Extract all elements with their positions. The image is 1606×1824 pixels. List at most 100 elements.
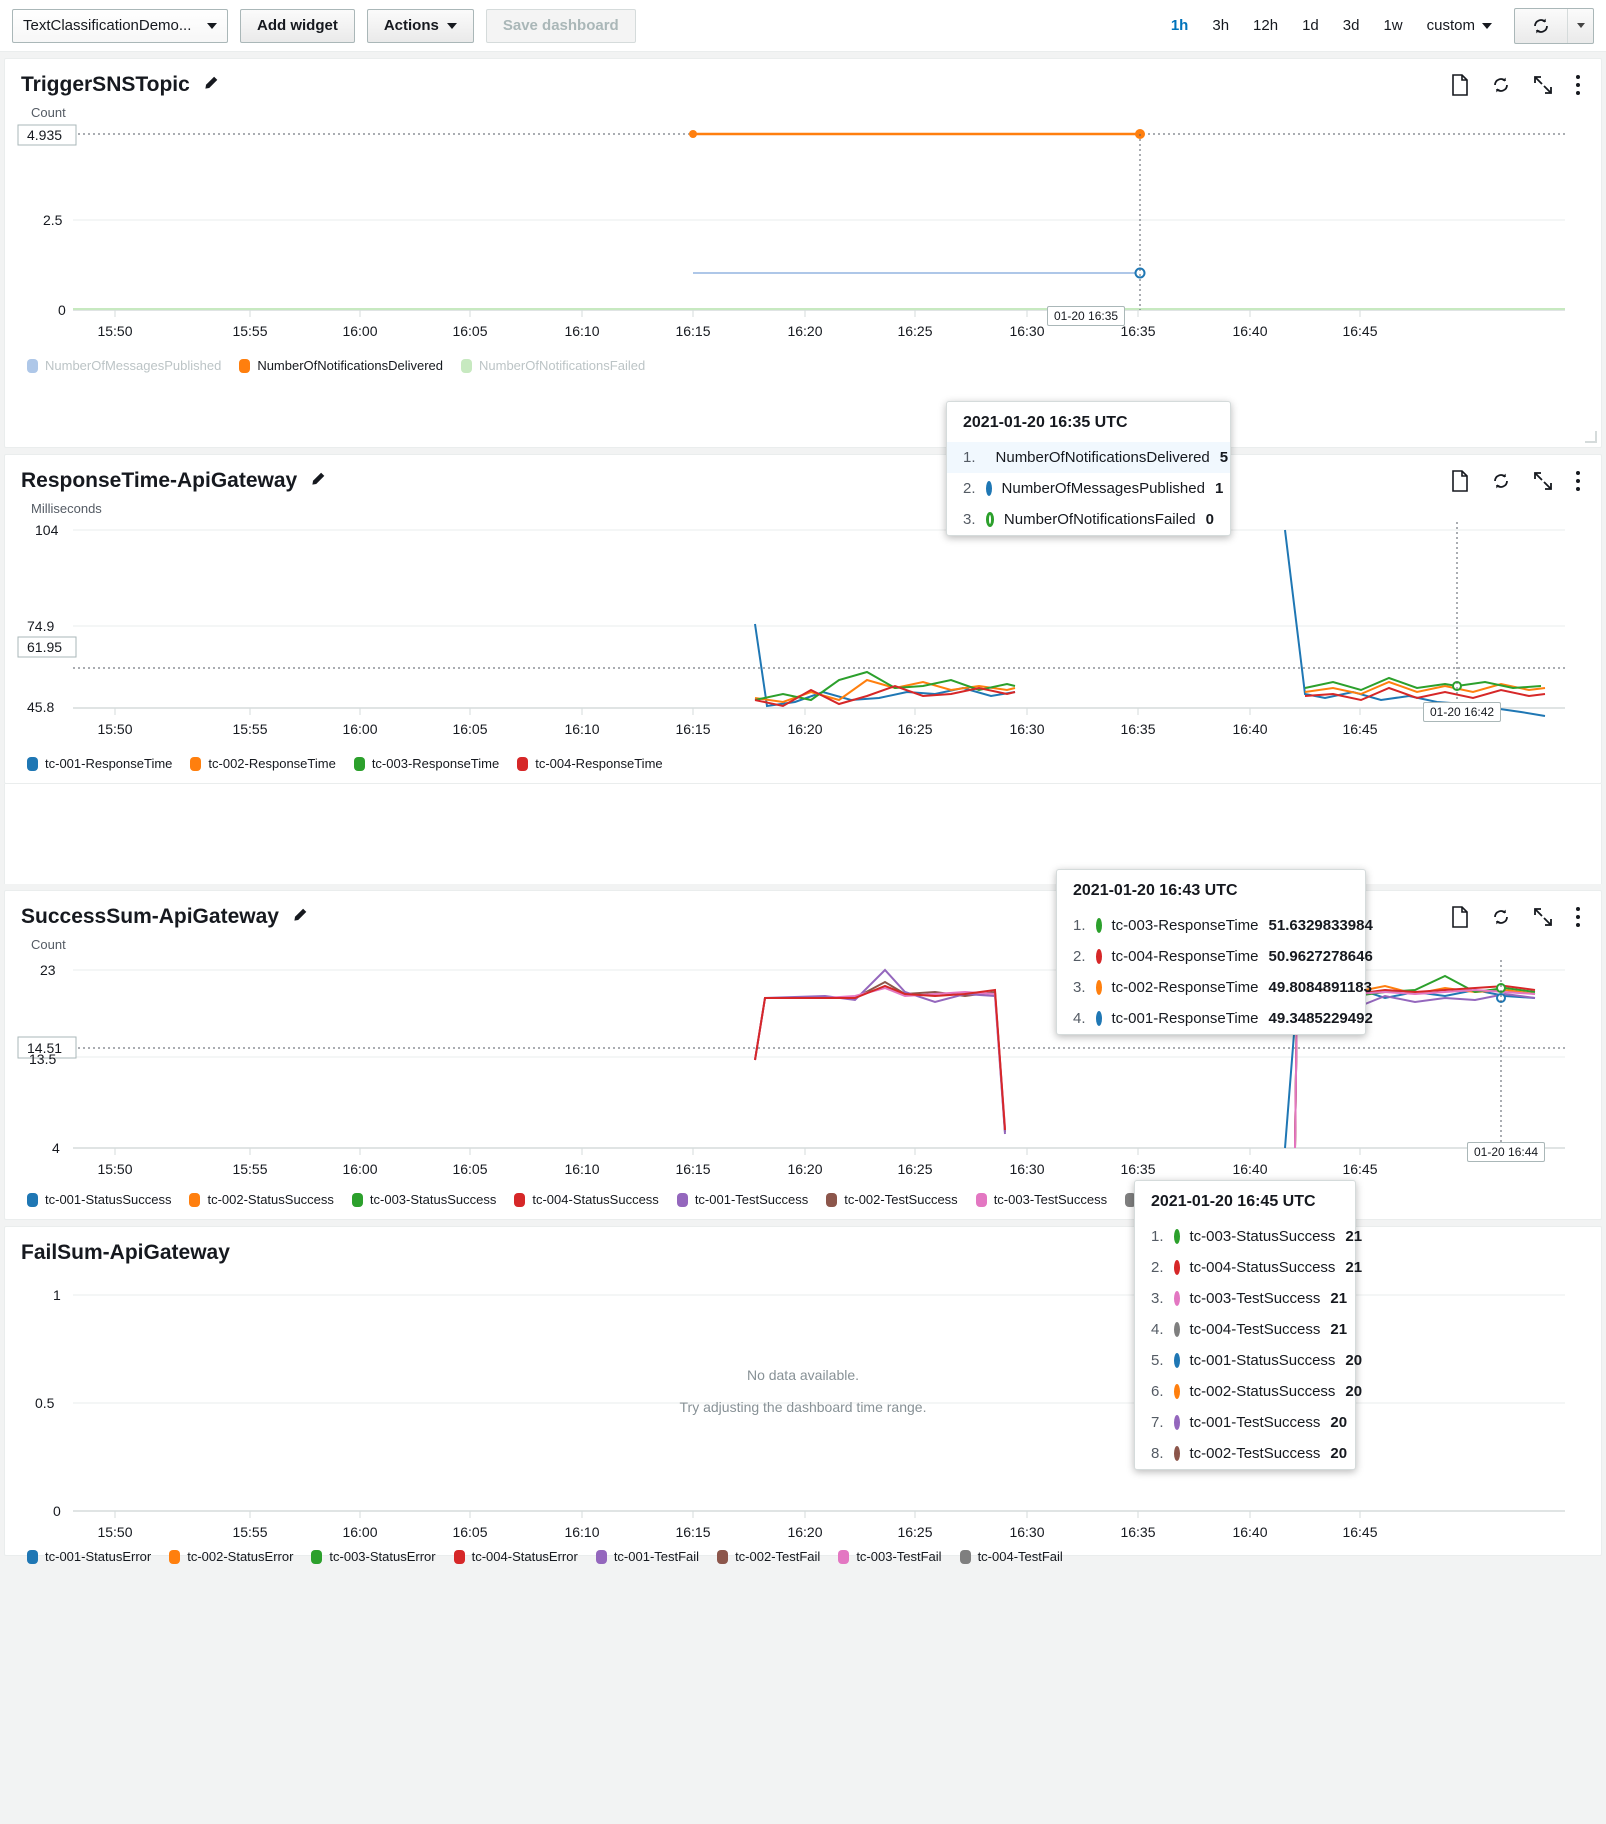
legend-item[interactable]: tc-003-ResponseTime bbox=[353, 756, 499, 771]
tooltip-series-value: 5 bbox=[1219, 449, 1229, 466]
tooltip-index: 8. bbox=[1151, 1445, 1164, 1462]
legend-item[interactable]: tc-001-StatusError bbox=[27, 1549, 151, 1564]
export-widget-icon[interactable] bbox=[1451, 470, 1469, 492]
enlarge-widget-icon[interactable] bbox=[1533, 75, 1553, 95]
legend-item[interactable]: tc-002-TestFail bbox=[717, 1549, 820, 1564]
edit-title-pencil-icon[interactable] bbox=[291, 907, 308, 927]
legend-item[interactable]: tc-004-StatusSuccess bbox=[514, 1192, 659, 1207]
export-widget-icon[interactable] bbox=[1451, 74, 1469, 96]
svg-text:15:55: 15:55 bbox=[232, 721, 267, 737]
tooltip-index: 3. bbox=[963, 511, 976, 528]
tooltip-row: 2. tc-004-StatusSuccess 21 bbox=[1135, 1252, 1362, 1283]
refresh-button[interactable] bbox=[1515, 9, 1567, 43]
legend-item[interactable]: tc-004-ResponseTime bbox=[517, 756, 663, 771]
tooltip-title: 2021-01-20 16:43 UTC bbox=[1073, 882, 1238, 899]
refresh-widget-icon[interactable] bbox=[1491, 907, 1511, 927]
svg-text:15:50: 15:50 bbox=[97, 721, 132, 737]
legend-item[interactable]: tc-001-StatusSuccess bbox=[27, 1192, 171, 1207]
legend-item[interactable]: tc-003-TestSuccess bbox=[975, 1192, 1107, 1207]
tooltip-series-value: 0 bbox=[1205, 511, 1214, 528]
legend-item[interactable]: tc-002-StatusError bbox=[169, 1549, 293, 1564]
widget-more-menu-icon[interactable] bbox=[1575, 906, 1581, 928]
legend-swatch bbox=[717, 1549, 729, 1564]
tooltip-series-value: 21 bbox=[1345, 1228, 1363, 1245]
svg-text:15:55: 15:55 bbox=[232, 323, 267, 339]
dashboard-selector[interactable]: TextClassificationDemo... bbox=[12, 8, 228, 43]
legend-item[interactable]: tc-002-TestSuccess bbox=[826, 1192, 958, 1207]
svg-text:16:15: 16:15 bbox=[675, 1524, 710, 1540]
legend-item[interactable]: tc-001-ResponseTime bbox=[27, 756, 172, 771]
svg-text:16:45: 16:45 bbox=[1342, 721, 1377, 737]
tooltip-series-name: tc-001-TestSuccess bbox=[1189, 1414, 1321, 1431]
svg-text:16:25: 16:25 bbox=[897, 323, 932, 339]
legend-item[interactable]: tc-001-TestSuccess bbox=[676, 1192, 808, 1207]
range-1d[interactable]: 1d bbox=[1290, 9, 1331, 43]
chart-legend: tc-001-StatusSuccess tc-002-StatusSucces… bbox=[5, 1184, 1601, 1217]
export-widget-icon[interactable] bbox=[1451, 906, 1469, 928]
legend-item[interactable]: tc-001-TestFail bbox=[595, 1549, 699, 1564]
tooltip-series-name: tc-001-StatusSuccess bbox=[1189, 1352, 1336, 1369]
legend-label: NumberOfNotificationsDelivered bbox=[257, 358, 443, 373]
edit-title-pencil-icon[interactable] bbox=[202, 75, 219, 95]
range-1h[interactable]: 1h bbox=[1159, 9, 1201, 43]
legend-label: tc-004-ResponseTime bbox=[535, 756, 663, 771]
dashboard-selector-label: TextClassificationDemo... bbox=[23, 17, 192, 34]
legend-label: tc-003-StatusError bbox=[329, 1549, 436, 1564]
range-custom[interactable]: custom bbox=[1415, 17, 1502, 34]
widget-more-menu-icon[interactable] bbox=[1575, 74, 1581, 96]
range-12h[interactable]: 12h bbox=[1241, 9, 1290, 43]
tooltip-row: 8. tc-002-TestSuccess 20 bbox=[1135, 1438, 1355, 1469]
svg-text:16:00: 16:00 bbox=[342, 1161, 377, 1177]
legend-swatch bbox=[27, 1549, 38, 1564]
y-axis-title: Count bbox=[31, 105, 66, 120]
refresh-widget-icon[interactable] bbox=[1491, 471, 1511, 491]
actions-button[interactable]: Actions bbox=[366, 8, 474, 43]
legend-swatch bbox=[975, 1192, 987, 1207]
tooltip-series-name: NumberOfMessagesPublished bbox=[1001, 480, 1205, 497]
svg-text:74.9: 74.9 bbox=[27, 618, 54, 634]
range-3d[interactable]: 3d bbox=[1331, 9, 1372, 43]
refresh-widget-icon[interactable] bbox=[1491, 75, 1511, 95]
tooltip-row: 3. tc-003-TestSuccess 21 bbox=[1135, 1283, 1355, 1314]
refresh-options-button[interactable] bbox=[1567, 8, 1593, 43]
legend-item[interactable]: NumberOfMessagesPublished bbox=[27, 358, 221, 373]
tooltip-series-marker bbox=[1173, 1291, 1180, 1306]
refresh-icon bbox=[1534, 18, 1548, 33]
legend-item[interactable]: NumberOfNotificationsFailed bbox=[461, 358, 645, 373]
range-1w[interactable]: 1w bbox=[1371, 9, 1414, 43]
chevron-down-icon bbox=[1482, 22, 1492, 29]
legend-label: tc-001-StatusError bbox=[45, 1549, 152, 1564]
widget-resize-handle[interactable] bbox=[1585, 431, 1597, 443]
legend-item[interactable]: tc-004-StatusError bbox=[453, 1549, 578, 1564]
widget-header: ResponseTime-ApiGateway bbox=[5, 455, 1601, 493]
widget-actions bbox=[1451, 906, 1585, 928]
legend-item[interactable]: tc-003-TestFail bbox=[838, 1549, 942, 1564]
tooltip-row: 3. tc-002-ResponseTime 49.8084891183 bbox=[1057, 972, 1372, 1003]
x-axis-hover-flag: 01-20 16:42 bbox=[1423, 702, 1502, 722]
tooltip-series-marker bbox=[1095, 949, 1102, 964]
widget-fail-sum-apigateway: FailSum-ApiGateway 1 0.5 0 15:50 15:55 1… bbox=[4, 1226, 1602, 1564]
widget-more-menu-icon[interactable] bbox=[1575, 470, 1581, 492]
svg-text:16:35: 16:35 bbox=[1120, 323, 1155, 339]
legend-item[interactable]: NumberOfNotificationsDelivered bbox=[239, 358, 443, 373]
svg-text:16:20: 16:20 bbox=[787, 721, 822, 737]
svg-text:16:00: 16:00 bbox=[342, 1524, 377, 1540]
svg-text:23: 23 bbox=[40, 962, 56, 978]
tooltip-series-value: 21 bbox=[1345, 1259, 1363, 1276]
range-3h[interactable]: 3h bbox=[1200, 9, 1241, 43]
save-dashboard-button[interactable]: Save dashboard bbox=[485, 8, 636, 43]
enlarge-widget-icon[interactable] bbox=[1533, 471, 1553, 491]
legend-item[interactable]: tc-003-StatusError bbox=[311, 1549, 436, 1564]
enlarge-widget-icon[interactable] bbox=[1533, 907, 1553, 927]
legend-item[interactable]: tc-004-TestFail bbox=[959, 1549, 1063, 1564]
add-widget-button[interactable]: Add widget bbox=[240, 8, 355, 43]
legend-swatch bbox=[239, 358, 251, 373]
legend-item[interactable]: tc-002-StatusSuccess bbox=[189, 1192, 334, 1207]
legend-label: NumberOfNotificationsFailed bbox=[479, 358, 646, 373]
edit-title-pencil-icon[interactable] bbox=[309, 471, 326, 491]
chart-tooltip-trigger-sns-topic: 2021-01-20 16:35 UTC 1. NumberOfNotifica… bbox=[946, 401, 1231, 536]
chevron-down-icon bbox=[207, 22, 217, 29]
legend-item[interactable]: tc-002-ResponseTime bbox=[190, 756, 336, 771]
legend-label: tc-001-ResponseTime bbox=[45, 756, 173, 771]
legend-item[interactable]: tc-003-StatusSuccess bbox=[351, 1192, 496, 1207]
